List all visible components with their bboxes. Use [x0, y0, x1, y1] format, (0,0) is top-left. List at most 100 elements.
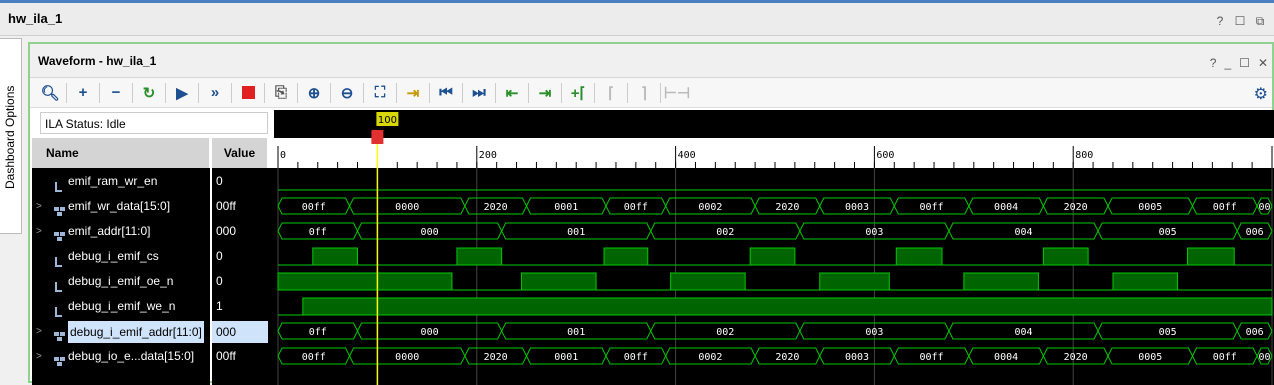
- zoom-search-icon[interactable]: 🔍︎: [36, 81, 64, 105]
- bus-value-label: 2020: [1064, 352, 1088, 363]
- signal-name: debug_i_emif_cs: [68, 249, 159, 263]
- ruler-label: 600: [876, 150, 894, 161]
- signal-value[interactable]: 0: [212, 169, 268, 194]
- bus-value-label: 005: [1159, 327, 1177, 338]
- bus-value-label: 0000: [395, 202, 419, 213]
- bus-value-label: 00: [1259, 202, 1271, 213]
- next-edge-icon[interactable]: ⌉: [630, 81, 658, 105]
- bus-value-label: 000: [421, 227, 439, 238]
- bus-value-label: 00ff: [1213, 202, 1237, 213]
- signal-value[interactable]: 00ff: [212, 194, 268, 219]
- gear-icon[interactable]: ⚙: [1254, 84, 1268, 104]
- signal-value[interactable]: 00ff: [212, 344, 268, 369]
- prev-edge-icon[interactable]: ⌈: [597, 81, 625, 105]
- signal-row[interactable]: > emif_wr_data[15:0]: [32, 194, 210, 219]
- export-icon[interactable]: ⎘: [267, 81, 295, 105]
- bus-value-label: 0002: [698, 352, 722, 363]
- bus-value-label: 006: [1246, 327, 1264, 338]
- value-column-header[interactable]: Value: [212, 138, 268, 168]
- bus-value-label: 003: [865, 327, 883, 338]
- signal-row[interactable]: > debug_i_emif_addr[11:0]: [32, 319, 210, 344]
- panel-restore-icon[interactable]: ☐: [1239, 56, 1250, 70]
- waveform-toolbar: 🔍︎ + − ↻ ▶ » ⎘ ⊕ ⊖ ⛶ ⇥ ⏮ ⏭ ⇤ ⇥ +⌈ ⌈ ⌉ ⊢⊣…: [30, 78, 1272, 108]
- stop-icon[interactable]: [234, 81, 262, 105]
- signal-value-list: 0 00ff 000 0 0 1 000 00ff: [212, 168, 268, 385]
- next-marker-icon[interactable]: ⇥: [531, 81, 559, 105]
- wire-icon: [54, 251, 64, 267]
- bus-value-label: 0ff: [309, 327, 327, 338]
- cursor-label: 100: [378, 115, 397, 126]
- signal-row[interactable]: debug_i_emif_we_n: [32, 294, 210, 319]
- bit-high-pulse: [1042, 247, 1089, 266]
- restore-icon[interactable]: ☐: [1234, 14, 1246, 29]
- bus-value-label: 00: [1259, 352, 1271, 363]
- bit-high-pulse: [895, 247, 943, 266]
- bit-high-pulse: [456, 247, 503, 266]
- bus-value-label: 001: [567, 227, 585, 238]
- bus-value-label: 0003: [845, 202, 869, 213]
- panel-title-bar: Waveform - hw_ila_1 ? _ ☐ ✕: [30, 44, 1272, 78]
- bus-value-label: 00ff: [302, 352, 326, 363]
- bus-value-label: 0002: [698, 202, 722, 213]
- go-last-icon[interactable]: ⏭: [465, 81, 493, 105]
- signal-value[interactable]: 1: [212, 294, 268, 319]
- swap-icon[interactable]: ⊢⊣: [663, 81, 691, 105]
- bus-value-label: 0004: [994, 352, 1018, 363]
- bus-value-label: 0003: [845, 352, 869, 363]
- dashboard-options-tab[interactable]: Dashboard Options: [0, 38, 22, 234]
- panel-help-icon[interactable]: ?: [1210, 56, 1217, 70]
- signal-value[interactable]: 000: [212, 219, 268, 244]
- wire-icon: [54, 301, 64, 317]
- name-column-header[interactable]: Name: [32, 138, 210, 168]
- close-icon[interactable]: ✕: [1258, 56, 1268, 70]
- ruler-label: 400: [678, 150, 696, 161]
- remove-icon[interactable]: −: [102, 81, 130, 105]
- help-icon[interactable]: ?: [1214, 14, 1226, 29]
- signal-row[interactable]: emif_ram_wr_en: [32, 169, 210, 194]
- bus-value-label: 004: [1014, 227, 1032, 238]
- signal-row[interactable]: > debug_io_e...data[15:0]: [32, 344, 210, 369]
- signal-name: emif_ram_wr_en: [68, 174, 158, 188]
- bit-high-pulse: [819, 272, 890, 291]
- signal-name: emif_wr_data[15:0]: [68, 199, 171, 213]
- waveform-canvas[interactable]: 02004006008001,0000ff00002020000100ff000…: [274, 110, 1274, 385]
- bus-icon: [54, 226, 65, 241]
- signal-name-list: emif_ram_wr_en > emif_wr_data[15:0] > emif_a…: [32, 168, 210, 385]
- signal-value[interactable]: 000: [212, 321, 268, 343]
- signal-row[interactable]: debug_i_emif_cs: [32, 244, 210, 269]
- cursor-marker-icon[interactable]: ⇥: [399, 81, 427, 105]
- bus-value-label: 2020: [484, 202, 508, 213]
- zoom-in-icon[interactable]: ⊕: [300, 81, 328, 105]
- signal-name: debug_io_e...data[15:0]: [68, 349, 195, 363]
- run-icon[interactable]: ▶: [168, 81, 196, 105]
- expand-icon[interactable]: >: [36, 344, 42, 369]
- add-marker-icon[interactable]: ⇤: [498, 81, 526, 105]
- expand-icon[interactable]: >: [36, 319, 42, 344]
- expand-icon[interactable]: >: [36, 194, 42, 219]
- signal-row[interactable]: debug_i_emif_oe_n: [32, 269, 210, 294]
- bus-value-label: 00ff: [920, 202, 944, 213]
- go-first-icon[interactable]: ⏮: [432, 81, 460, 105]
- signal-value[interactable]: 0: [212, 244, 268, 269]
- signal-row[interactable]: > emif_addr[11:0]: [32, 219, 210, 244]
- cursor-marker-flag: [371, 130, 384, 144]
- signal-value[interactable]: 0: [212, 269, 268, 294]
- bus-value-label: 00ff: [624, 202, 648, 213]
- minimize-icon[interactable]: _: [1224, 56, 1231, 70]
- insert-marker-icon[interactable]: +⌈: [564, 81, 592, 105]
- run-all-icon[interactable]: »: [201, 81, 229, 105]
- bus-value-label: 001: [567, 327, 585, 338]
- expand-icon[interactable]: >: [36, 219, 42, 244]
- zoom-fit-icon[interactable]: ⛶: [366, 81, 394, 105]
- bus-value-label: 2020: [775, 202, 799, 213]
- bus-value-label: 2020: [775, 352, 799, 363]
- zoom-out-icon[interactable]: ⊖: [333, 81, 361, 105]
- refresh-icon[interactable]: ↻: [135, 81, 163, 105]
- bus-value-label: 2020: [1064, 202, 1088, 213]
- bit-high-pulse: [670, 272, 746, 291]
- bit-high-pulse: [1187, 247, 1235, 266]
- add-icon[interactable]: +: [69, 81, 97, 105]
- float-icon[interactable]: ⧉: [1254, 14, 1266, 29]
- signal-name: debug_i_emif_we_n: [68, 299, 176, 313]
- bit-high-pulse: [277, 272, 453, 291]
